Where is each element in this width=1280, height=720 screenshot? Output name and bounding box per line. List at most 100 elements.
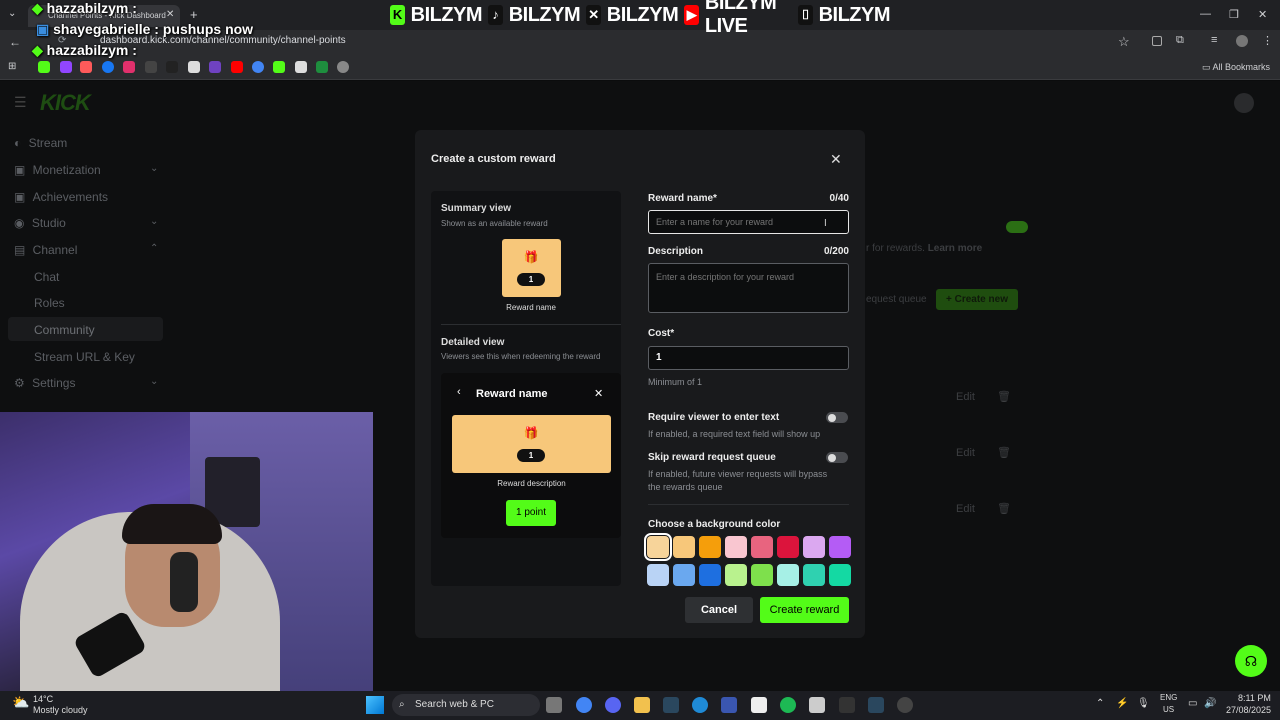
sidebar-item-monetization[interactable]: ▣ Monetization ⌄ [14,163,164,177]
support-chat-icon[interactable]: ☊ [1235,645,1267,677]
color-swatch[interactable] [777,564,799,586]
all-bookmarks[interactable]: ▭ All Bookmarks [1202,62,1270,73]
extension-icon[interactable] [1152,36,1162,46]
color-swatch[interactable] [647,564,669,586]
skip-queue-toggle[interactable] [826,452,848,463]
learn-more-link[interactable]: Learn more [928,243,982,254]
color-swatch[interactable] [699,536,721,558]
new-tab-icon[interactable]: + [190,7,198,22]
sidebar-item-community[interactable]: Community [34,323,95,337]
bookmark-twitch-icon[interactable] [60,61,72,73]
clock-date[interactable]: 27/08/2025 [1226,705,1271,715]
bookmark-google-icon[interactable] [252,61,264,73]
edit-button[interactable]: Edit [956,503,975,515]
bookmark-instagram-icon[interactable] [123,61,135,73]
puzzle-icon[interactable]: ⧉ [1176,34,1184,47]
spotify-icon[interactable] [780,697,796,713]
app-icon[interactable] [721,697,737,713]
cost-input[interactable]: 1 [648,346,849,370]
start-button[interactable] [366,696,384,714]
weather-icon[interactable]: ⛅ [12,694,29,711]
bookmark-tiktok-icon[interactable] [166,61,178,73]
lang-secondary[interactable]: US [1163,705,1174,714]
tray-app-icon[interactable]: ⚡ [1116,698,1128,709]
color-swatch[interactable] [829,564,851,586]
create-reward-button[interactable]: Create reward [760,597,849,623]
tray-chevron-icon[interactable]: ⌃ [1096,698,1104,709]
require-text-toggle[interactable] [826,412,848,423]
steam-icon[interactable] [663,697,679,713]
bookmark-icon[interactable] [273,61,285,73]
color-swatch[interactable] [725,564,747,586]
edit-button[interactable]: Edit [956,447,975,459]
color-swatch[interactable] [777,536,799,558]
network-icon[interactable]: ▭ [1188,698,1197,709]
sidebar-item-channel[interactable]: ▤ Channel ⌃ [14,243,164,257]
color-swatch[interactable] [829,536,851,558]
color-swatch[interactable] [803,564,825,586]
color-swatch[interactable] [673,536,695,558]
back-icon[interactable]: ← [9,35,21,49]
file-explorer-icon[interactable] [634,697,650,713]
menu-dots-icon[interactable]: ⋮ [1262,34,1273,47]
cancel-button[interactable]: Cancel [685,597,753,623]
sidebar-item-settings[interactable]: ⚙ Settings ⌄ [14,376,164,390]
capcut-icon[interactable] [751,697,767,713]
description-textarea[interactable] [648,263,849,313]
task-view-icon[interactable] [546,697,562,713]
color-swatch[interactable] [751,536,773,558]
bookmark-facebook-icon[interactable] [102,61,114,73]
discord-icon[interactable] [605,697,621,713]
request-queue-button[interactable]: equest queue [866,294,927,305]
tab-list-icon[interactable]: ⌄ [8,8,16,19]
kick-logo[interactable]: KICK [40,90,91,116]
trash-icon[interactable]: 🗑 [997,390,1011,403]
color-swatch[interactable] [644,533,672,561]
bookmark-x-icon[interactable] [145,61,157,73]
store-icon[interactable] [809,697,825,713]
color-swatch[interactable] [725,536,747,558]
media-icon[interactable]: ≡ [1211,34,1217,46]
color-swatch[interactable] [673,564,695,586]
bookmark-globe-icon[interactable] [337,61,349,73]
steam-icon[interactable] [868,697,884,713]
sidebar-item-roles[interactable]: Roles [34,296,65,310]
bookmark-sl-icon[interactable] [209,61,221,73]
sidebar-item-stream[interactable]: ◐ Stream [14,136,67,150]
sidebar-item-stream-url-key[interactable]: Stream URL & Key [34,350,135,364]
sidebar-item-studio[interactable]: ◉ Studio ⌄ [14,216,164,230]
trash-icon[interactable]: 🗑 [997,502,1011,515]
sidebar-item-achievements[interactable]: ▣ Achievements [14,190,108,204]
chrome-icon[interactable] [576,697,592,713]
sidebar-item-chat[interactable]: Chat [34,270,59,284]
color-swatch[interactable] [699,564,721,586]
volume-icon[interactable]: 🔊 [1204,698,1216,709]
hamburger-menu-icon[interactable]: ☰ [14,94,27,111]
obs-icon[interactable] [897,697,913,713]
edge-icon[interactable] [692,697,708,713]
bookmark-youtube-icon[interactable] [231,61,243,73]
maximize-icon[interactable]: ❐ [1229,8,1239,21]
bookmark-star-icon[interactable]: ☆ [1118,34,1130,50]
apps-grid-icon[interactable]: ⊞ [8,61,16,72]
bookmark-grid-icon[interactable] [188,61,200,73]
close-tab-icon[interactable]: ✕ [166,9,174,20]
clock-time[interactable]: 8:11 PM [1238,693,1271,703]
edit-button[interactable]: Edit [956,391,975,403]
bookmark-kick-icon[interactable] [38,61,50,73]
window-close-icon[interactable]: ✕ [1258,8,1267,21]
app-icon[interactable] [839,697,855,713]
microphone-icon[interactable]: 🎙 [1137,698,1150,709]
color-swatch[interactable] [803,536,825,558]
lang-primary[interactable]: ENG [1160,693,1177,702]
user-avatar[interactable] [1234,93,1254,113]
minimize-icon[interactable]: — [1200,8,1211,20]
trash-icon[interactable]: 🗑 [997,446,1011,459]
close-icon[interactable]: ✕ [830,151,842,168]
profile-avatar-icon[interactable] [1236,35,1248,47]
create-new-button[interactable]: + Create new [936,289,1018,310]
channel-points-toggle[interactable] [1006,221,1028,233]
color-swatch[interactable] [751,564,773,586]
bookmark-icon[interactable] [295,61,307,73]
reward-name-input[interactable] [648,210,849,234]
